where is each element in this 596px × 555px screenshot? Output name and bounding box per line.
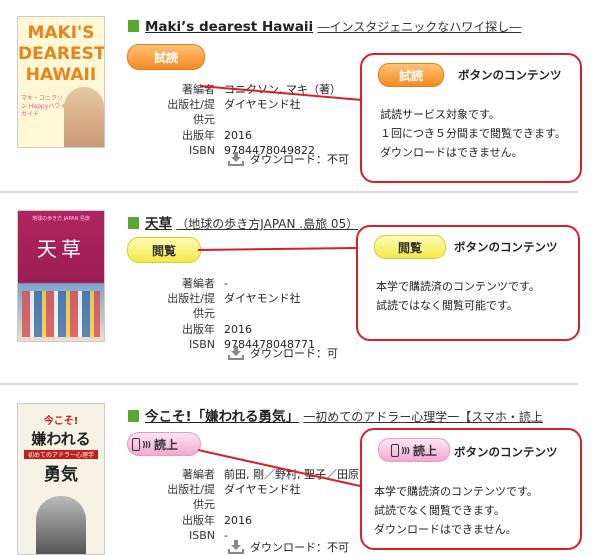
callout-connector-line (197, 247, 357, 251)
callout-view-button: 閲覧 (374, 235, 446, 259)
callout-body: 試読サービス対象です。 １回につき５分間まで閲覧できます。 ダウンロードはできま… (380, 105, 566, 162)
callout-body: 本学で購読済のコンテンツです。 試読ではなく閲覧可能です。 (376, 277, 540, 315)
callout-trial-read: 試読 ボタンのコンテンツ 試読サービス対象です。 １回につき５分間まで閲覧できま… (360, 53, 582, 183)
callout-title: ボタンのコンテンツ (458, 68, 562, 82)
callout-title: ボタンのコンテンツ (454, 240, 558, 254)
callout-trial-read-button: 試読 (378, 63, 444, 87)
callout-button-label: 試読 (398, 68, 423, 83)
callout-button-label: 読上 (412, 443, 437, 458)
callout-read-aloud-button: ))) 読上 (378, 438, 450, 462)
callout-line: 試読でなく閲覧できます。 (374, 504, 505, 517)
callout-line: １回につき５分間まで閲覧できます。 (380, 127, 566, 140)
callout-line: ダウンロードはできません。 (374, 523, 517, 536)
callout-line: 本学で購読済のコンテンツです。 (374, 485, 538, 498)
callout-connector-line (197, 449, 361, 487)
callout-line: ダウンロードはできません。 (380, 146, 523, 159)
callout-body: 本学で購読済のコンテンツです。 試読でなく閲覧できます。 ダウンロードはできませ… (374, 482, 538, 539)
callout-button-label: 閲覧 (397, 240, 422, 255)
sound-icon: ))) (401, 445, 410, 455)
phone-icon (391, 443, 399, 457)
callout-line: 試読サービス対象です。 (380, 108, 500, 121)
callout-line: 本学で購読済のコンテンツです。 (376, 280, 540, 293)
callout-view: 閲覧 ボタンのコンテンツ 本学で購読済のコンテンツです。 試読ではなく閲覧可能で… (356, 225, 580, 341)
callout-title: ボタンのコンテンツ (454, 445, 558, 459)
callout-read-aloud: ))) 読上 ボタンのコンテンツ 本学で購読済のコンテンツです。 試読でなく閲覧… (360, 428, 582, 550)
callout-line: 試読ではなく閲覧可能です。 (376, 299, 518, 312)
callout-connector-line (199, 85, 363, 101)
